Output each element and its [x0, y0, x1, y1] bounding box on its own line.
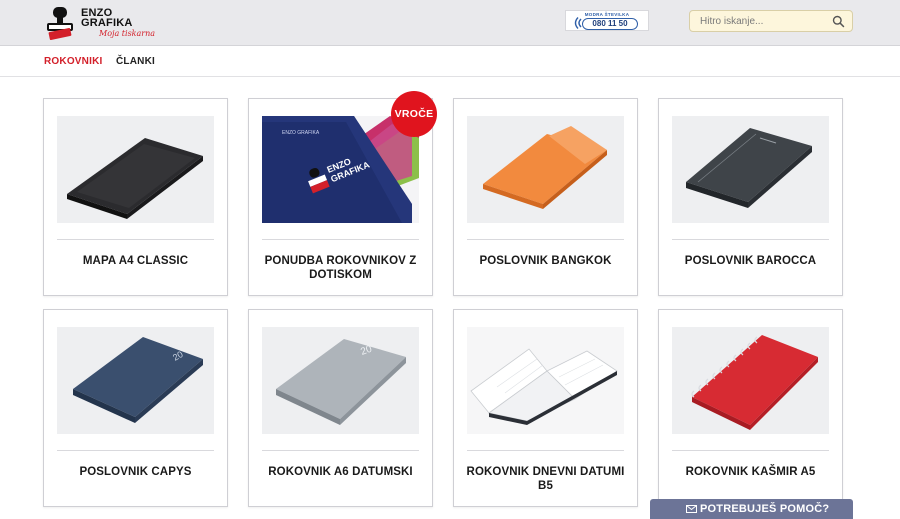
product-image: ENZO GRAFIKA ENZO GRAFIKA: [262, 116, 419, 223]
main-nav: ROKOVNIKI ČLANKI: [0, 47, 900, 77]
logo-tagline: Moja tiskarna: [99, 29, 156, 38]
hotline-number: 080 11 50: [592, 19, 628, 28]
hot-badge: VROČE: [391, 91, 437, 137]
card-divider: [467, 450, 624, 451]
product-title: POSLOVNIK BANGKOK: [479, 255, 612, 267]
hotline-number-box: 080 11 50: [582, 18, 638, 30]
product-image: [467, 327, 624, 434]
product-card[interactable]: 20 POSLOVNIK CAPYS: [43, 309, 228, 507]
grey-notebook-image: [686, 128, 812, 208]
product-image: [467, 116, 624, 223]
product-title: MAPA A4 CLASSIC: [82, 255, 189, 267]
product-image: [672, 327, 829, 434]
search-input[interactable]: [700, 14, 826, 29]
product-title: ROKOVNIK DNEVNI DATUMI B5: [466, 466, 625, 492]
card-divider: [672, 239, 829, 240]
card-divider: [57, 239, 214, 240]
product-card[interactable]: 20 ROKOVNIK A6 DATUMSKI: [248, 309, 433, 507]
card-divider: [467, 239, 624, 240]
product-card[interactable]: ENZO GRAFIKA ENZO GRAFIKA VROČE PONUDBA …: [248, 91, 437, 296]
blue-notebook-image: 20: [73, 337, 203, 423]
help-chat-button[interactable]: POTREBUJEŠ POMOČ?: [650, 499, 853, 519]
product-title: ROKOVNIK A6 DATUMSKI: [268, 466, 413, 478]
svg-text:ENZO GRAFIKA: ENZO GRAFIKA: [282, 130, 320, 136]
product-card[interactable]: ROKOVNIK KAŠMIR A5: [658, 309, 843, 507]
silver-notebook-image: 20: [276, 339, 406, 425]
stamp-logo-icon: [47, 7, 73, 41]
product-image: [672, 116, 829, 223]
product-card[interactable]: MAPA A4 CLASSIC: [43, 98, 228, 296]
product-title: POSLOVNIK BAROCCA: [684, 255, 817, 267]
nav-item-rokovniki[interactable]: ROKOVNIKI: [44, 56, 102, 67]
open-diary-image: [470, 348, 618, 425]
red-spiral-notebook-image: [691, 335, 818, 430]
product-image: [57, 116, 214, 223]
card-divider: [262, 239, 419, 240]
logo[interactable]: ENZO GRAFIKA Moja tiskarna: [44, 5, 156, 43]
product-card[interactable]: POSLOVNIK BANGKOK: [453, 98, 638, 296]
product-title: POSLOVNIK CAPYS: [79, 466, 192, 478]
search-icon[interactable]: [832, 15, 845, 28]
product-title: ROKOVNIK KAŠMIR A5: [685, 466, 816, 478]
search-box: [689, 10, 853, 32]
product-image: 20: [262, 327, 419, 434]
orange-notebook-image: [483, 126, 607, 209]
black-folder-image: [67, 138, 203, 219]
top-bar: ENZO GRAFIKA Moja tiskarna MODRA ŠTEVILK…: [0, 0, 900, 46]
logo-text-grafika: GRAFIKA: [81, 17, 133, 29]
card-divider: [262, 450, 419, 451]
nav-item-clanki[interactable]: ČLANKI: [116, 56, 155, 67]
card-divider: [57, 450, 214, 451]
navy-notebooks-logo-image: ENZO GRAFIKA ENZO GRAFIKA: [262, 116, 419, 223]
hotline-badge[interactable]: MODRA ŠTEVILKA 080 11 50: [565, 10, 649, 31]
product-card[interactable]: ROKOVNIK DNEVNI DATUMI B5: [453, 309, 638, 507]
product-card[interactable]: POSLOVNIK BAROCCA: [658, 98, 843, 296]
card-divider: [672, 450, 829, 451]
help-label: POTREBUJEŠ POMOČ?: [700, 503, 830, 515]
envelope-icon: [686, 505, 697, 513]
product-title: PONUDBA ROKOVNIKOV Z DOTISKOM: [264, 255, 417, 281]
product-image: 20: [57, 327, 214, 434]
